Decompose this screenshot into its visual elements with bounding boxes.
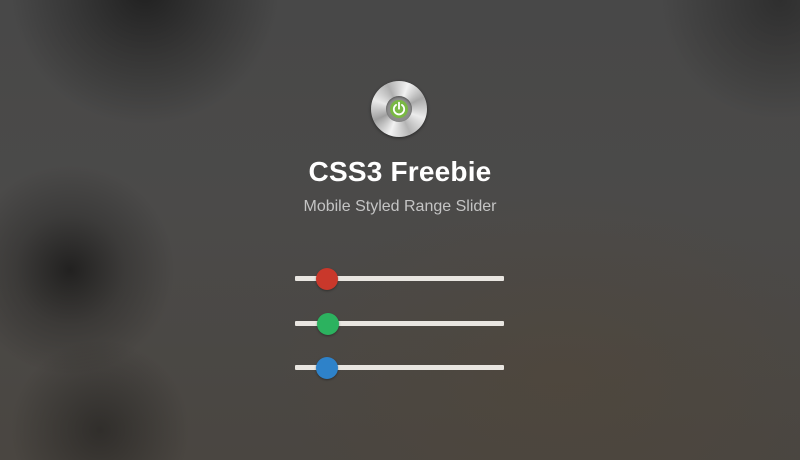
page-subtitle: Mobile Styled Range Slider [303, 198, 497, 215]
slider-thumb[interactable] [316, 268, 339, 290]
power-button[interactable] [371, 81, 427, 137]
power-symbol-icon [392, 101, 406, 116]
slider-thumb[interactable] [317, 313, 340, 335]
red-range-slider[interactable] [295, 268, 504, 290]
slider-thumb[interactable] [316, 357, 339, 379]
power-icon-ring [386, 96, 412, 122]
page-title: CSS3 Freebie [308, 156, 492, 187]
blue-range-slider[interactable] [295, 357, 504, 379]
green-range-slider[interactable] [295, 313, 504, 335]
power-icon [390, 100, 408, 118]
main-content: CSS3 Freebie Mobile Styled Range Slider [0, 0, 800, 460]
